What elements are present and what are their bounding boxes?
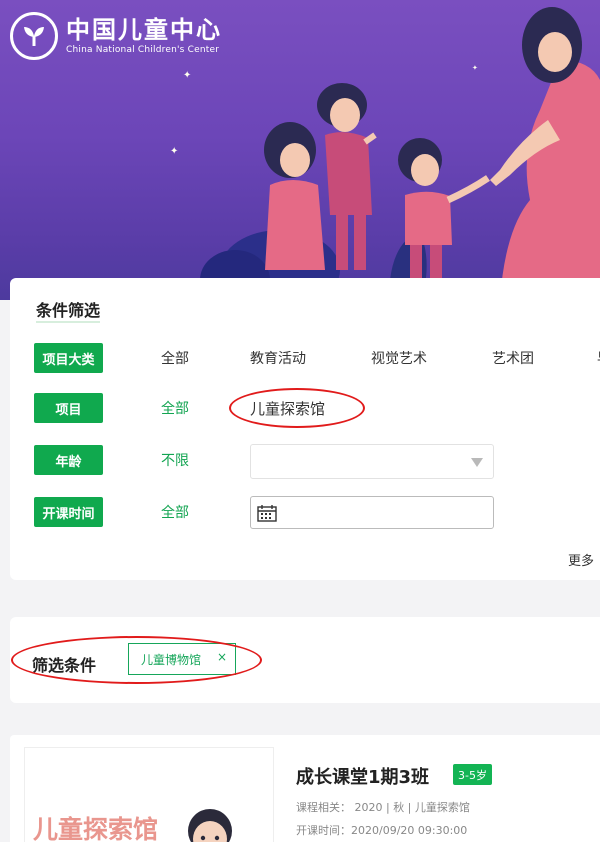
option-all[interactable]: 全部 (161, 398, 189, 418)
course-title[interactable]: 成长课堂1期3班 (296, 763, 429, 789)
option-art-troupe[interactable]: 艺术团 (492, 348, 534, 368)
filter-panel: 条件筛选 项目大类 全部 教育活动 视觉艺术 艺术团 早 项目 全部 儿童探索馆… (10, 278, 600, 580)
selected-conditions: 筛选条件 儿童博物馆 × (10, 617, 600, 703)
more-link[interactable]: 更多 (568, 550, 594, 569)
option-education[interactable]: 教育活动 (250, 348, 306, 368)
option-visual-art[interactable]: 视觉艺术 (371, 348, 427, 368)
site-logo[interactable]: 中国儿童中心 China National Children's Center (10, 12, 222, 60)
filter-tag-start-time: 开课时间 (34, 497, 103, 527)
chevron-down-icon (471, 458, 483, 467)
option-all[interactable]: 全部 (161, 348, 189, 368)
option-unlimited[interactable]: 不限 (161, 450, 189, 470)
calendar-icon[interactable] (257, 504, 277, 526)
thumbnail-caption: 儿童探索馆 (33, 815, 159, 842)
close-icon[interactable]: × (217, 650, 227, 664)
child-avatar (188, 809, 232, 842)
option-explore-hall[interactable]: 儿童探索馆 (250, 398, 325, 419)
sprout-icon (10, 12, 58, 60)
filter-row-start-time: 开课时间 全部 (34, 496, 600, 529)
condition-chip-label: 儿童博物馆 (141, 652, 202, 667)
age-select[interactable] (250, 444, 494, 479)
age-badge: 3-5岁 (453, 764, 492, 785)
filter-tag-category: 项目大类 (34, 343, 103, 373)
course-card[interactable]: 儿童探索馆 成长课堂1期3班 3-5岁 课程相关： 2020 | 秋 | 儿童探… (10, 735, 600, 842)
logo-text: 中国儿童中心 China National Children's Center (66, 15, 222, 56)
course-start-time: 开课时间：2020/09/20 09:30:00 (296, 824, 468, 837)
course-related: 课程相关： 2020 | 秋 | 儿童探索馆 (296, 801, 470, 814)
filter-tag-age: 年龄 (34, 445, 103, 475)
logo-name-cn: 中国儿童中心 (66, 15, 222, 44)
conditions-title: 筛选条件 (32, 656, 97, 675)
hero-banner: ✦ ✦ ✦ 中国儿童中心 China National Children's C… (0, 0, 600, 300)
filter-row-age: 年龄 不限 (34, 444, 600, 479)
logo-name-en: China National Children's Center (66, 45, 220, 55)
star-icon: ✦ (183, 70, 192, 81)
filter-title: 条件筛选 (36, 297, 101, 323)
option-all[interactable]: 全部 (161, 502, 189, 522)
date-field[interactable] (250, 496, 494, 529)
star-icon: ✦ (472, 64, 478, 72)
filter-tag-project: 项目 (34, 393, 103, 423)
star-icon: ✦ (170, 146, 179, 157)
filter-row-category: 项目大类 全部 教育活动 视觉艺术 艺术团 早 (34, 342, 600, 374)
condition-chip[interactable]: 儿童博物馆 × (128, 643, 236, 675)
course-thumbnail[interactable]: 儿童探索馆 (24, 747, 274, 842)
filter-row-project: 项目 全部 儿童探索馆 (34, 392, 600, 424)
